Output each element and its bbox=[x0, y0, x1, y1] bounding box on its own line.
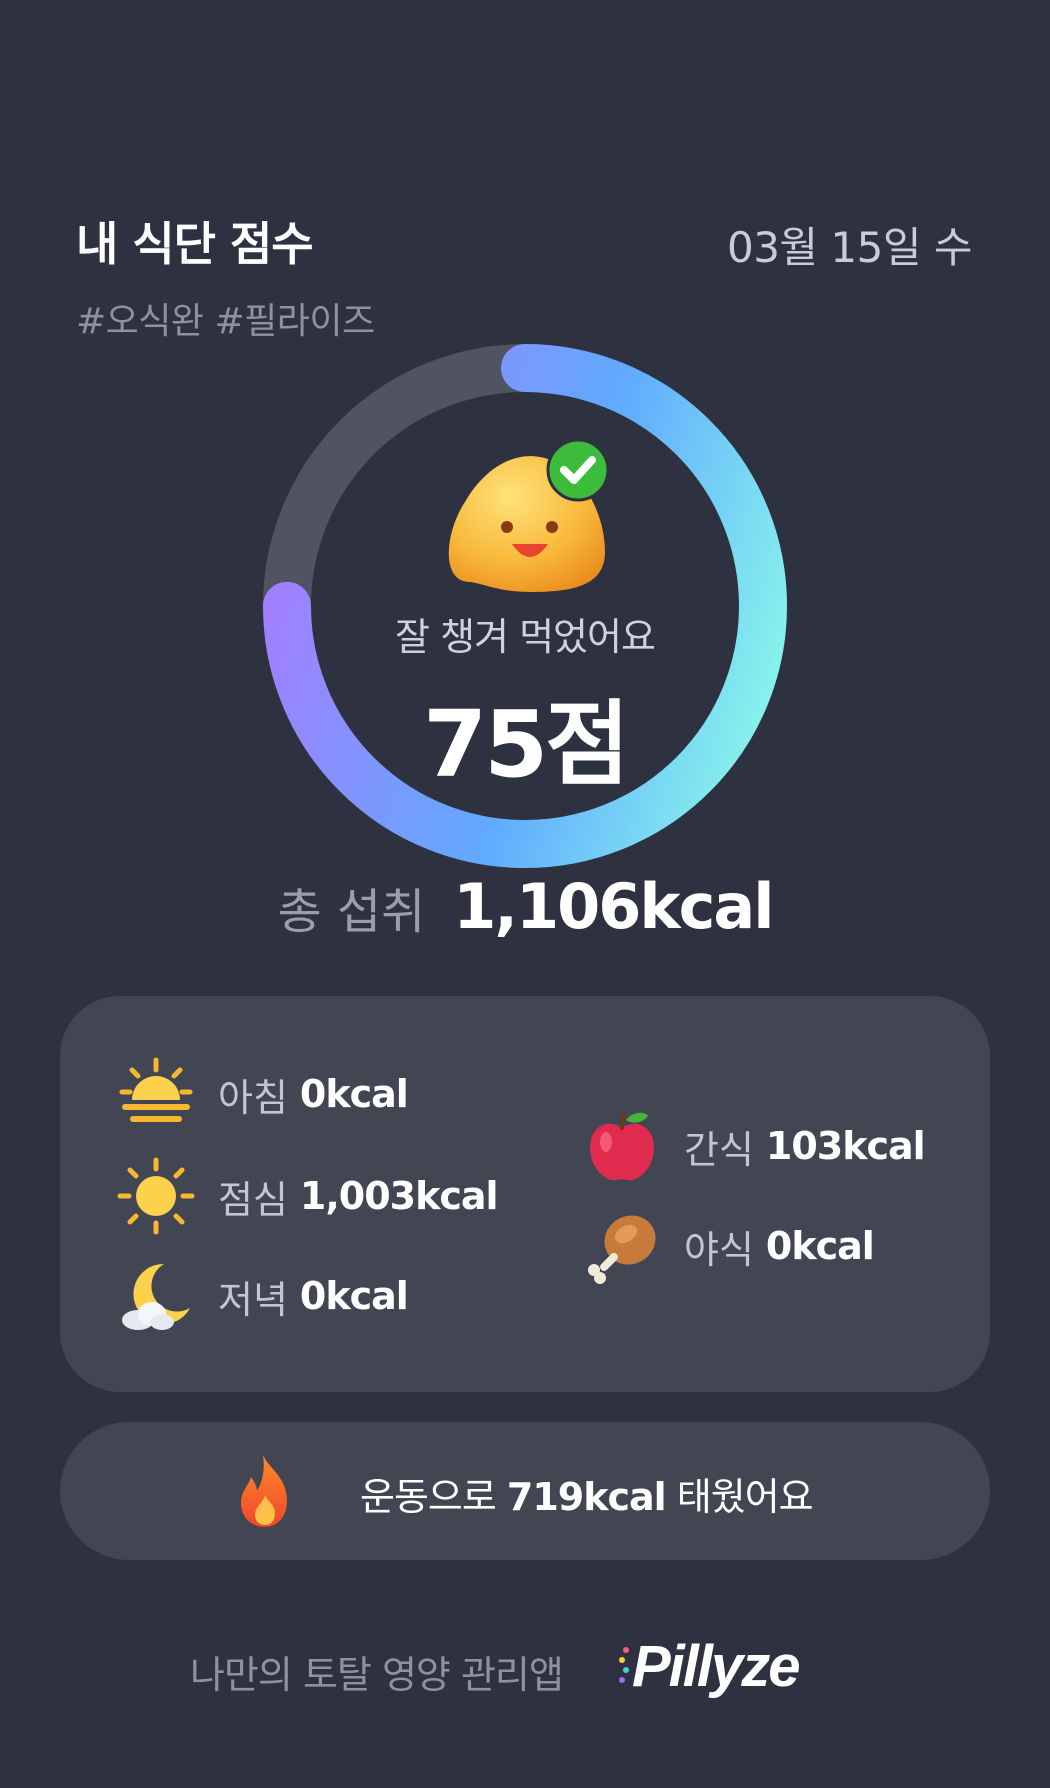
happy-mascot-icon bbox=[448, 438, 610, 592]
apple-icon bbox=[582, 1106, 662, 1186]
meal-kcal: 0kcal bbox=[765, 1224, 875, 1268]
meal-name: 야식 bbox=[684, 1227, 754, 1272]
sunrise-icon bbox=[116, 1054, 196, 1134]
brand-name: Pillyze bbox=[632, 1634, 799, 1699]
meal-row-late-night: 야식 0kcal bbox=[582, 1206, 875, 1286]
sun-icon bbox=[116, 1156, 196, 1236]
meal-kcal: 103kcal bbox=[765, 1124, 926, 1168]
page-title: 내 식단 점수 bbox=[76, 217, 314, 271]
moon-cloud-icon bbox=[116, 1256, 196, 1336]
chicken-leg-icon bbox=[582, 1206, 662, 1286]
score-value: 75점 bbox=[423, 691, 630, 798]
footer-tagline: 나만의 토탈 영양 관리앱 bbox=[190, 1653, 564, 1697]
exercise-prefix: 운동으로 bbox=[360, 1475, 507, 1519]
meal-kcal: 0kcal bbox=[299, 1072, 409, 1116]
score-message: 잘 챙겨 먹었어요 bbox=[395, 615, 656, 659]
meal-row-dinner: 저녁 0kcal bbox=[116, 1256, 409, 1336]
meal-row-snack: 간식 103kcal bbox=[582, 1106, 926, 1186]
meals-card: 아침 0kcal 점심 1,003kcal 저녁 0kcal 간식 103kca… bbox=[60, 996, 990, 1392]
meal-name: 아침 bbox=[218, 1075, 288, 1120]
fire-icon bbox=[241, 1455, 287, 1527]
exercise-kcal: 719kcal bbox=[506, 1475, 667, 1519]
total-intake: 총 섭취 1,106kcal bbox=[0, 870, 1050, 943]
meal-kcal: 0kcal bbox=[299, 1274, 409, 1318]
meal-row-lunch: 점심 1,003kcal bbox=[116, 1156, 499, 1236]
exercise-suffix: 태웠어요 bbox=[665, 1475, 814, 1519]
pillyze-logo: Pillyze bbox=[619, 1634, 801, 1699]
meal-row-breakfast: 아침 0kcal bbox=[116, 1054, 409, 1134]
meal-name: 저녁 bbox=[218, 1277, 288, 1322]
total-intake-value: 1,106kcal bbox=[453, 870, 774, 943]
hashtags: #오식완 #필라이즈 bbox=[76, 301, 375, 342]
meal-name: 간식 bbox=[684, 1127, 754, 1172]
date-label: 03월 15일 수 bbox=[726, 223, 973, 272]
total-intake-label: 총 섭취 bbox=[277, 883, 426, 940]
exercise-summary: 운동으로 719kcal 태웠어요 bbox=[360, 1466, 814, 1521]
meal-kcal: 1,003kcal bbox=[299, 1174, 499, 1218]
meal-name: 점심 bbox=[218, 1177, 288, 1222]
